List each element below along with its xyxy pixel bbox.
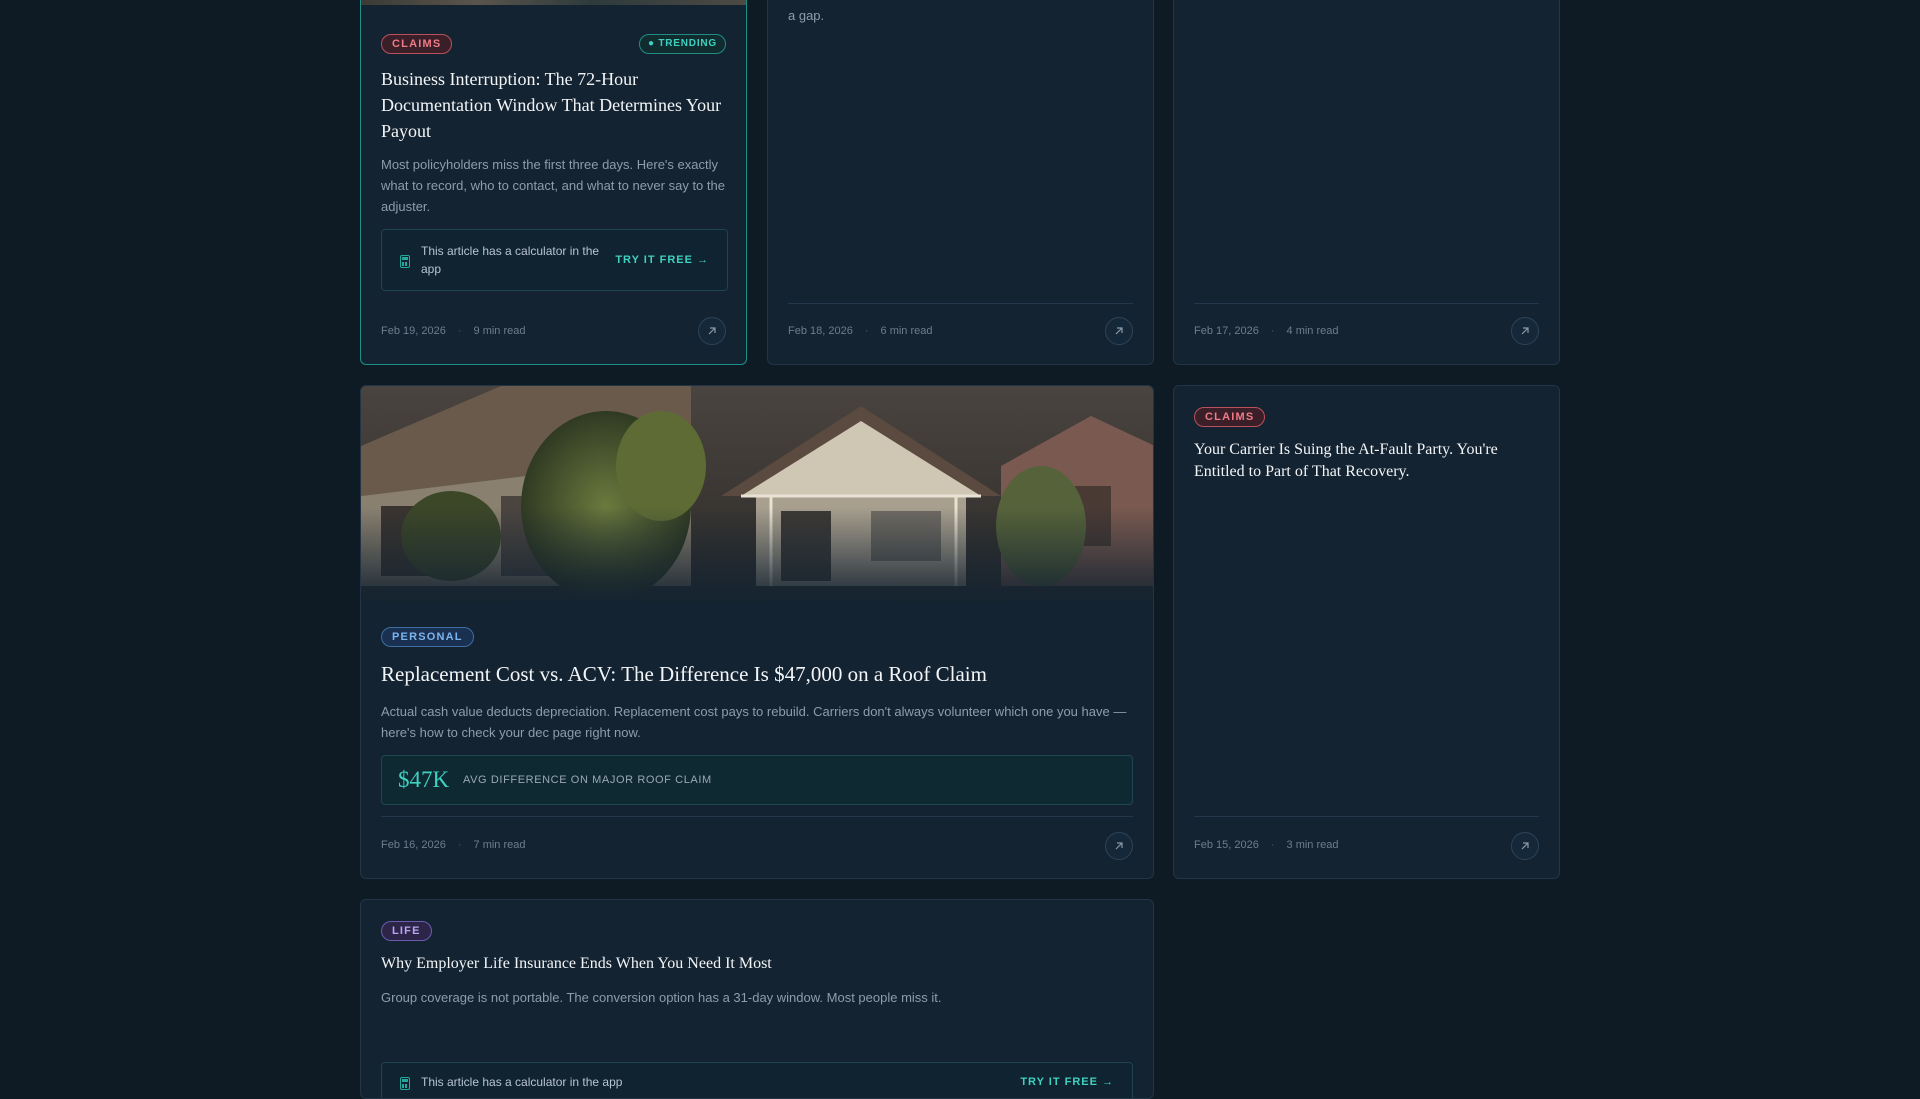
publish-date: Feb 16, 2026 (381, 839, 446, 851)
calculator-text: This article has a calculator in the app (421, 244, 600, 276)
article-meta: Feb 19, 2026 · 9 min read (381, 325, 526, 337)
article-title[interactable]: Why Employer Life Insurance Ends When Yo… (381, 953, 1141, 975)
article-card-feb18[interactable]: a gap. Feb 18, 2026 · 6 min read (767, 0, 1154, 365)
card-divider (1194, 303, 1539, 304)
try-it-free-button[interactable]: TRY IT FREE → (615, 254, 709, 266)
card-divider (788, 303, 1133, 304)
arrow-up-right-icon (1521, 842, 1529, 850)
stat-value: $47K (398, 767, 450, 792)
read-time: 4 min read (1286, 325, 1339, 337)
article-meta: Feb 15, 2026 · 3 min read (1194, 839, 1339, 851)
article-card-replacement-cost[interactable]: PERSONAL Replacement Cost vs. ACV: The D… (360, 385, 1154, 879)
open-article-button[interactable] (698, 317, 726, 345)
article-title[interactable]: Business Interruption: The 72-Hour Docum… (381, 66, 731, 144)
card-image-strip (361, 0, 746, 5)
article-card-business-interruption[interactable]: CLAIMS ● TRENDING Business Interruption:… (360, 0, 747, 365)
article-meta: Feb 17, 2026 · 4 min read (1194, 325, 1339, 337)
calculator-icon (400, 255, 410, 268)
read-time: 7 min read (473, 839, 526, 851)
article-card-employer-life[interactable]: LIFE Why Employer Life Insurance Ends Wh… (360, 899, 1154, 1099)
stat-label: AVG DIFFERENCE ON MAJOR ROOF CLAIM (463, 774, 712, 786)
category-badge: CLAIMS (1194, 407, 1266, 427)
publish-date: Feb 17, 2026 (1194, 325, 1259, 337)
article-title[interactable]: Replacement Cost vs. ACV: The Difference… (381, 660, 1141, 688)
arrow-up-right-icon (1115, 842, 1123, 850)
category-badge: PERSONAL (381, 627, 474, 647)
article-excerpt: Actual cash value deducts depreciation. … (381, 704, 1127, 740)
open-article-button[interactable] (1105, 317, 1133, 345)
stat-callout: $47K AVG DIFFERENCE ON MAJOR ROOF CLAIM (381, 755, 1133, 805)
article-excerpt-tail: a gap. (788, 8, 825, 23)
publish-date: Feb 19, 2026 (381, 325, 446, 337)
article-meta: Feb 18, 2026 · 6 min read (788, 325, 933, 337)
article-card-carrier-suing[interactable]: CLAIMS Your Carrier Is Suing the At-Faul… (1173, 385, 1560, 879)
read-time: 9 min read (473, 325, 526, 337)
calculator-callout[interactable]: This article has a calculator in the app… (381, 229, 728, 291)
card-divider (381, 816, 1133, 817)
read-time: 6 min read (880, 325, 933, 337)
trending-badge: ● TRENDING (638, 34, 726, 54)
article-excerpt: Most policyholders miss the first three … (381, 157, 725, 214)
publish-date: Feb 15, 2026 (1194, 839, 1259, 851)
open-article-button[interactable] (1511, 317, 1539, 345)
calculator-callout[interactable]: This article has a calculator in the app… (381, 1062, 1133, 1098)
open-article-button[interactable] (1105, 832, 1133, 860)
category-badge: LIFE (381, 921, 432, 941)
article-meta: Feb 16, 2026 · 7 min read (381, 839, 526, 851)
arrow-up-right-icon (1521, 327, 1529, 335)
category-badge: CLAIMS (381, 34, 453, 54)
publish-date: Feb 18, 2026 (788, 325, 853, 337)
article-title[interactable]: Your Carrier Is Suing the At-Fault Party… (1194, 439, 1534, 483)
houses-photo (361, 386, 1153, 606)
calculator-icon (400, 1077, 410, 1090)
arrow-up-right-icon (1115, 327, 1123, 335)
article-card-feb17[interactable]: Feb 17, 2026 · 4 min read (1173, 0, 1560, 365)
try-it-free-button[interactable]: TRY IT FREE → (1020, 1076, 1114, 1088)
article-excerpt: Group coverage is not portable. The conv… (381, 990, 942, 1005)
card-divider (1194, 816, 1539, 817)
read-time: 3 min read (1286, 839, 1339, 851)
arrow-up-right-icon (708, 327, 716, 335)
open-article-button[interactable] (1511, 832, 1539, 860)
calculator-text: This article has a calculator in the app (421, 1075, 623, 1089)
